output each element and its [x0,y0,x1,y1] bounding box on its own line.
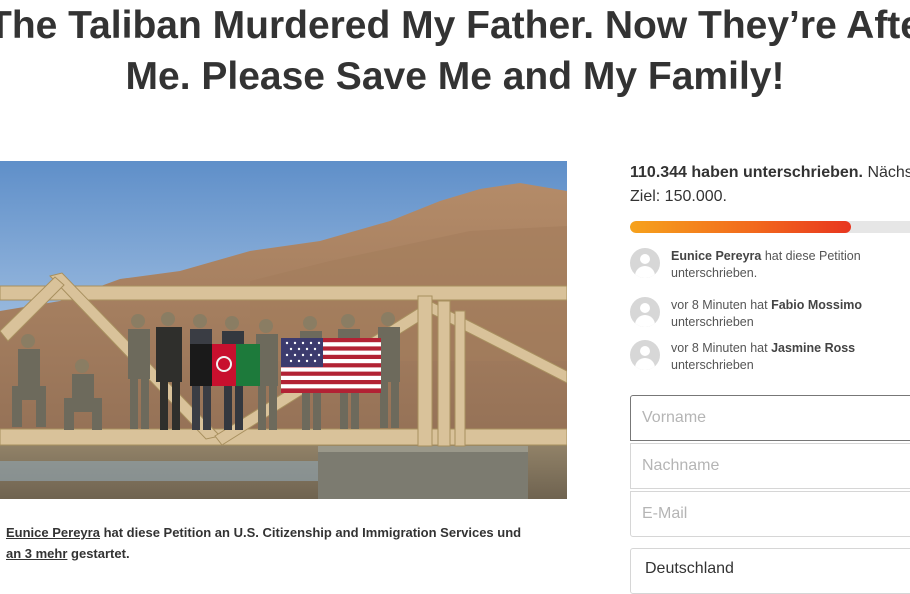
us-flag [281,338,381,393]
signer-name: Fabio Mossimo [771,298,863,312]
avatar-placeholder-icon [630,297,660,327]
starter-name-link[interactable]: Eunice Pereyra [6,525,100,540]
signer-suffix: unterschrieben [671,358,754,372]
signature-goal: Ziel: 150.000. [630,188,727,205]
recent-signer-text: vor 8 Minuten hat Fabio Mossimo untersch… [671,297,910,331]
recent-signer-text: vor 8 Minuten hat Jasmine Ross unterschr… [671,340,910,374]
signer-name: Eunice Pereyra [671,249,762,263]
afghan-flag [190,344,260,386]
signature-count: 110.344 haben unterschrieben. [630,164,863,181]
country-select[interactable]: Deutschland [630,548,910,594]
first-name-field[interactable] [630,395,910,441]
more-recipients-link[interactable]: an 3 mehr [6,546,67,561]
petition-starter-line: Eunice Pereyra hat diese Petition an U.S… [6,522,536,564]
petition-hero-image [0,161,567,499]
signer-prefix: vor 8 Minuten hat [671,298,772,312]
last-name-field[interactable] [630,443,910,489]
starter-suffix: gestartet. [67,546,130,561]
next-goal-text: Nächs [863,164,910,181]
signer-name: Jasmine Ross [771,341,856,355]
recent-signer: vor 8 Minuten hat Fabio Mossimo untersch… [630,297,910,331]
signature-sidebar: 110.344 haben unterschrieben. Nächs Ziel… [630,161,910,594]
petition-title-line-1: The Taliban Murdered My Father. Now They… [0,4,910,47]
signer-suffix: unterschrieben [671,315,754,329]
signature-progress-fill [630,221,851,233]
avatar-placeholder-icon [630,248,660,278]
recent-signer: vor 8 Minuten hat Jasmine Ross unterschr… [630,340,910,374]
soldiers-on-bridge-photo [0,161,567,499]
petition-title: The Taliban Murdered My Father. Now They… [0,0,910,102]
signer-prefix: vor 8 Minuten hat [671,341,772,355]
country-select-value: Deutschland [645,560,734,577]
signature-count-line: 110.344 haben unterschrieben. Nächs [630,161,910,185]
starter-text: hat diese Petition an U.S. Citizenship a… [99,525,522,540]
petition-title-line-2: Me. Please Save Me and My Family! [125,55,785,98]
email-field[interactable] [630,491,910,537]
recent-signer: Eunice Pereyra hat diese Petition unters… [630,248,910,282]
recent-signer-text: Eunice Pereyra hat diese Petition unters… [671,248,910,282]
avatar-placeholder-icon [630,340,660,370]
signature-progress-bar [630,221,910,233]
